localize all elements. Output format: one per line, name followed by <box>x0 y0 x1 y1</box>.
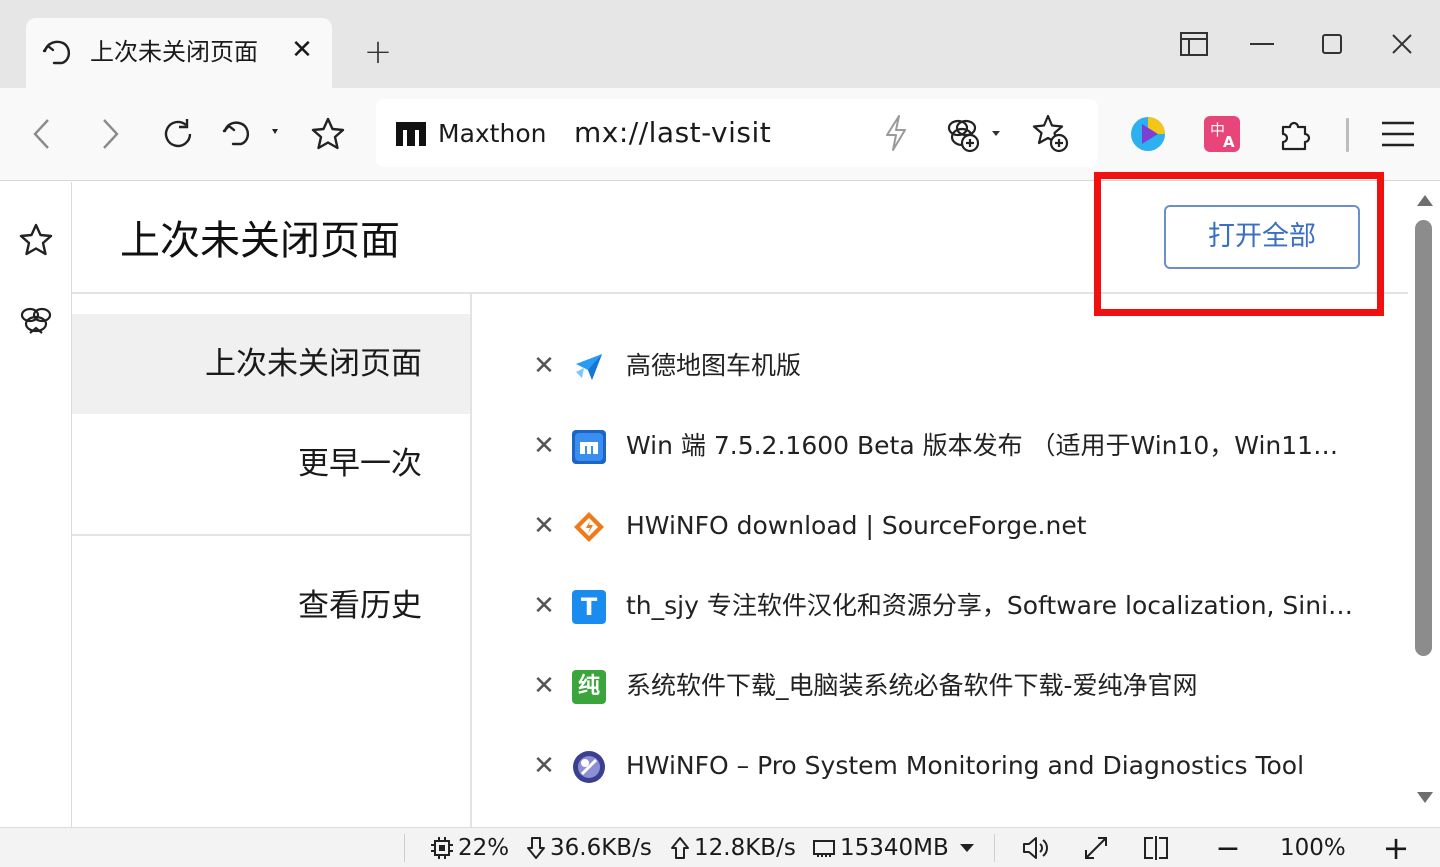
item-title: 系统软件下载_电脑装系统必备软件下载-爱纯净官网 <box>626 671 1198 700</box>
item-title: HWiNFO – Pro System Monitoring and Diagn… <box>626 751 1305 780</box>
cpu-icon <box>431 837 453 859</box>
scroll-thumb[interactable] <box>1415 220 1432 656</box>
mx-assistant-icon[interactable] <box>1124 110 1172 158</box>
th-sjy-favicon-icon: T <box>572 590 606 624</box>
nav-view-history[interactable]: 查看历史 <box>72 556 470 656</box>
toolbar: Maxthon mx://last-visit 中A <box>0 88 1440 181</box>
undo-icon <box>40 34 76 70</box>
tab-title: 上次未关闭页面 <box>90 38 258 66</box>
status-bar: 22% 36.6KB/s 12.8KB/s 15340MB − 100% + <box>0 827 1440 867</box>
list-item[interactable]: ✕ HWiNFO – Pro System Monitoring and Dia… <box>472 730 1372 810</box>
last-visit-page: 上次未关闭页面 打开全部 上次未关闭页面 更早一次 查看历史 ✕ 高德地图车机版… <box>72 182 1410 827</box>
status-separator <box>994 834 995 862</box>
toolbar-separator <box>1346 118 1349 152</box>
upload-arrow-icon <box>671 837 689 859</box>
memory-usage[interactable]: 15340MB <box>812 832 981 864</box>
sidebar <box>0 182 72 827</box>
memory-value: 15340MB <box>840 835 949 861</box>
split-view-icon[interactable] <box>1136 832 1176 864</box>
bee-icon[interactable] <box>14 298 58 342</box>
cpu-value: 22% <box>458 835 510 861</box>
tab-close-button[interactable]: ✕ <box>288 36 316 64</box>
amap-favicon-icon <box>572 350 606 384</box>
address-bar[interactable]: Maxthon mx://last-visit <box>376 99 1098 167</box>
menu-icon[interactable] <box>1374 110 1422 158</box>
upload-value: 12.8KB/s <box>694 835 796 861</box>
translate-icon[interactable]: 中A <box>1198 110 1246 158</box>
list-item[interactable]: ✕ HWiNFO download | SourceForge.net <box>472 490 1372 570</box>
chevron-down-icon <box>959 844 974 852</box>
aichunjing-favicon-icon: 纯 <box>572 670 606 704</box>
scroll-down-icon[interactable] <box>1414 788 1436 808</box>
item-title: th_sjy 专注软件汉化和资源分享，Software localization… <box>626 591 1356 620</box>
remove-item-button[interactable]: ✕ <box>532 593 556 619</box>
remove-item-button[interactable]: ✕ <box>532 753 556 779</box>
list-item[interactable]: ✕ T th_sjy 专注软件汉化和资源分享，Software localiza… <box>472 570 1372 650</box>
download-speed: 36.6KB/s <box>526 832 652 864</box>
extensions-icon[interactable] <box>1272 110 1320 158</box>
hwinfo-favicon-icon <box>572 750 606 784</box>
list-item[interactable]: ✕ Win 端 7.5.2.1600 Beta 版本发布 （适用于Win10，W… <box>472 410 1372 490</box>
item-title: Win 端 7.5.2.1600 Beta 版本发布 （适用于Win10，Win… <box>626 431 1356 460</box>
url-text[interactable]: mx://last-visit <box>574 115 771 151</box>
scroll-up-icon[interactable] <box>1414 190 1436 210</box>
back-icon[interactable] <box>18 110 66 158</box>
memory-icon <box>813 840 835 857</box>
nav-last-session[interactable]: 上次未关闭页面 <box>72 314 470 414</box>
lightning-icon[interactable] <box>872 109 920 157</box>
maxthon-logo-icon <box>396 122 426 146</box>
active-tab[interactable]: 上次未关闭页面 ✕ <box>26 18 332 90</box>
undo-close-tab-button[interactable] <box>218 110 288 158</box>
layout-icon[interactable] <box>1172 22 1216 66</box>
reload-icon[interactable] <box>154 110 202 158</box>
maximize-icon[interactable] <box>1310 22 1354 66</box>
site-name: Maxthon <box>438 119 547 148</box>
remove-item-button[interactable]: ✕ <box>532 433 556 459</box>
favorites-star-icon[interactable] <box>14 218 58 262</box>
close-icon[interactable] <box>1380 22 1424 66</box>
volume-icon[interactable] <box>1016 832 1056 864</box>
download-value: 36.6KB/s <box>550 835 652 861</box>
sourceforge-favicon-icon <box>572 510 606 544</box>
add-collection-icon[interactable] <box>942 109 1008 157</box>
forward-icon[interactable] <box>86 110 134 158</box>
nav-earlier-session[interactable]: 更早一次 <box>72 414 470 534</box>
list-item[interactable]: ✕ 纯 系统软件下载_电脑装系统必备软件下载-爱纯净官网 <box>472 650 1372 730</box>
item-title: HWiNFO download | SourceForge.net <box>626 511 1087 540</box>
tab-strip: 上次未关闭页面 ✕ + <box>0 0 1440 90</box>
maxthon-favicon-icon <box>572 430 606 464</box>
cpu-usage: 22% <box>430 832 509 864</box>
zoom-out-button[interactable]: − <box>1208 831 1248 866</box>
list-item[interactable]: ✕ 高德地图车机版 <box>472 330 1372 410</box>
zoom-in-button[interactable]: + <box>1376 829 1416 867</box>
nav-divider <box>72 534 470 536</box>
upload-speed: 12.8KB/s <box>670 832 796 864</box>
remove-item-button[interactable]: ✕ <box>532 353 556 379</box>
page-scrollbar[interactable] <box>1410 182 1440 827</box>
download-arrow-icon <box>527 837 545 859</box>
status-separator <box>404 834 405 862</box>
header-divider <box>72 292 1408 294</box>
favorite-star-icon[interactable] <box>304 110 352 158</box>
page-title: 上次未关闭页面 <box>120 218 400 264</box>
svg-text:A: A <box>1223 133 1235 151</box>
remove-item-button[interactable]: ✕ <box>532 513 556 539</box>
add-favorite-icon[interactable] <box>1026 109 1074 157</box>
minimize-icon[interactable] <box>1240 22 1284 66</box>
remove-item-button[interactable]: ✕ <box>532 673 556 699</box>
zoom-level[interactable]: 100% <box>1280 832 1346 864</box>
fullscreen-icon[interactable] <box>1076 832 1116 864</box>
new-tab-button[interactable]: + <box>358 32 398 72</box>
open-all-button[interactable]: 打开全部 <box>1164 205 1360 269</box>
item-title: 高德地图车机版 <box>626 351 802 380</box>
